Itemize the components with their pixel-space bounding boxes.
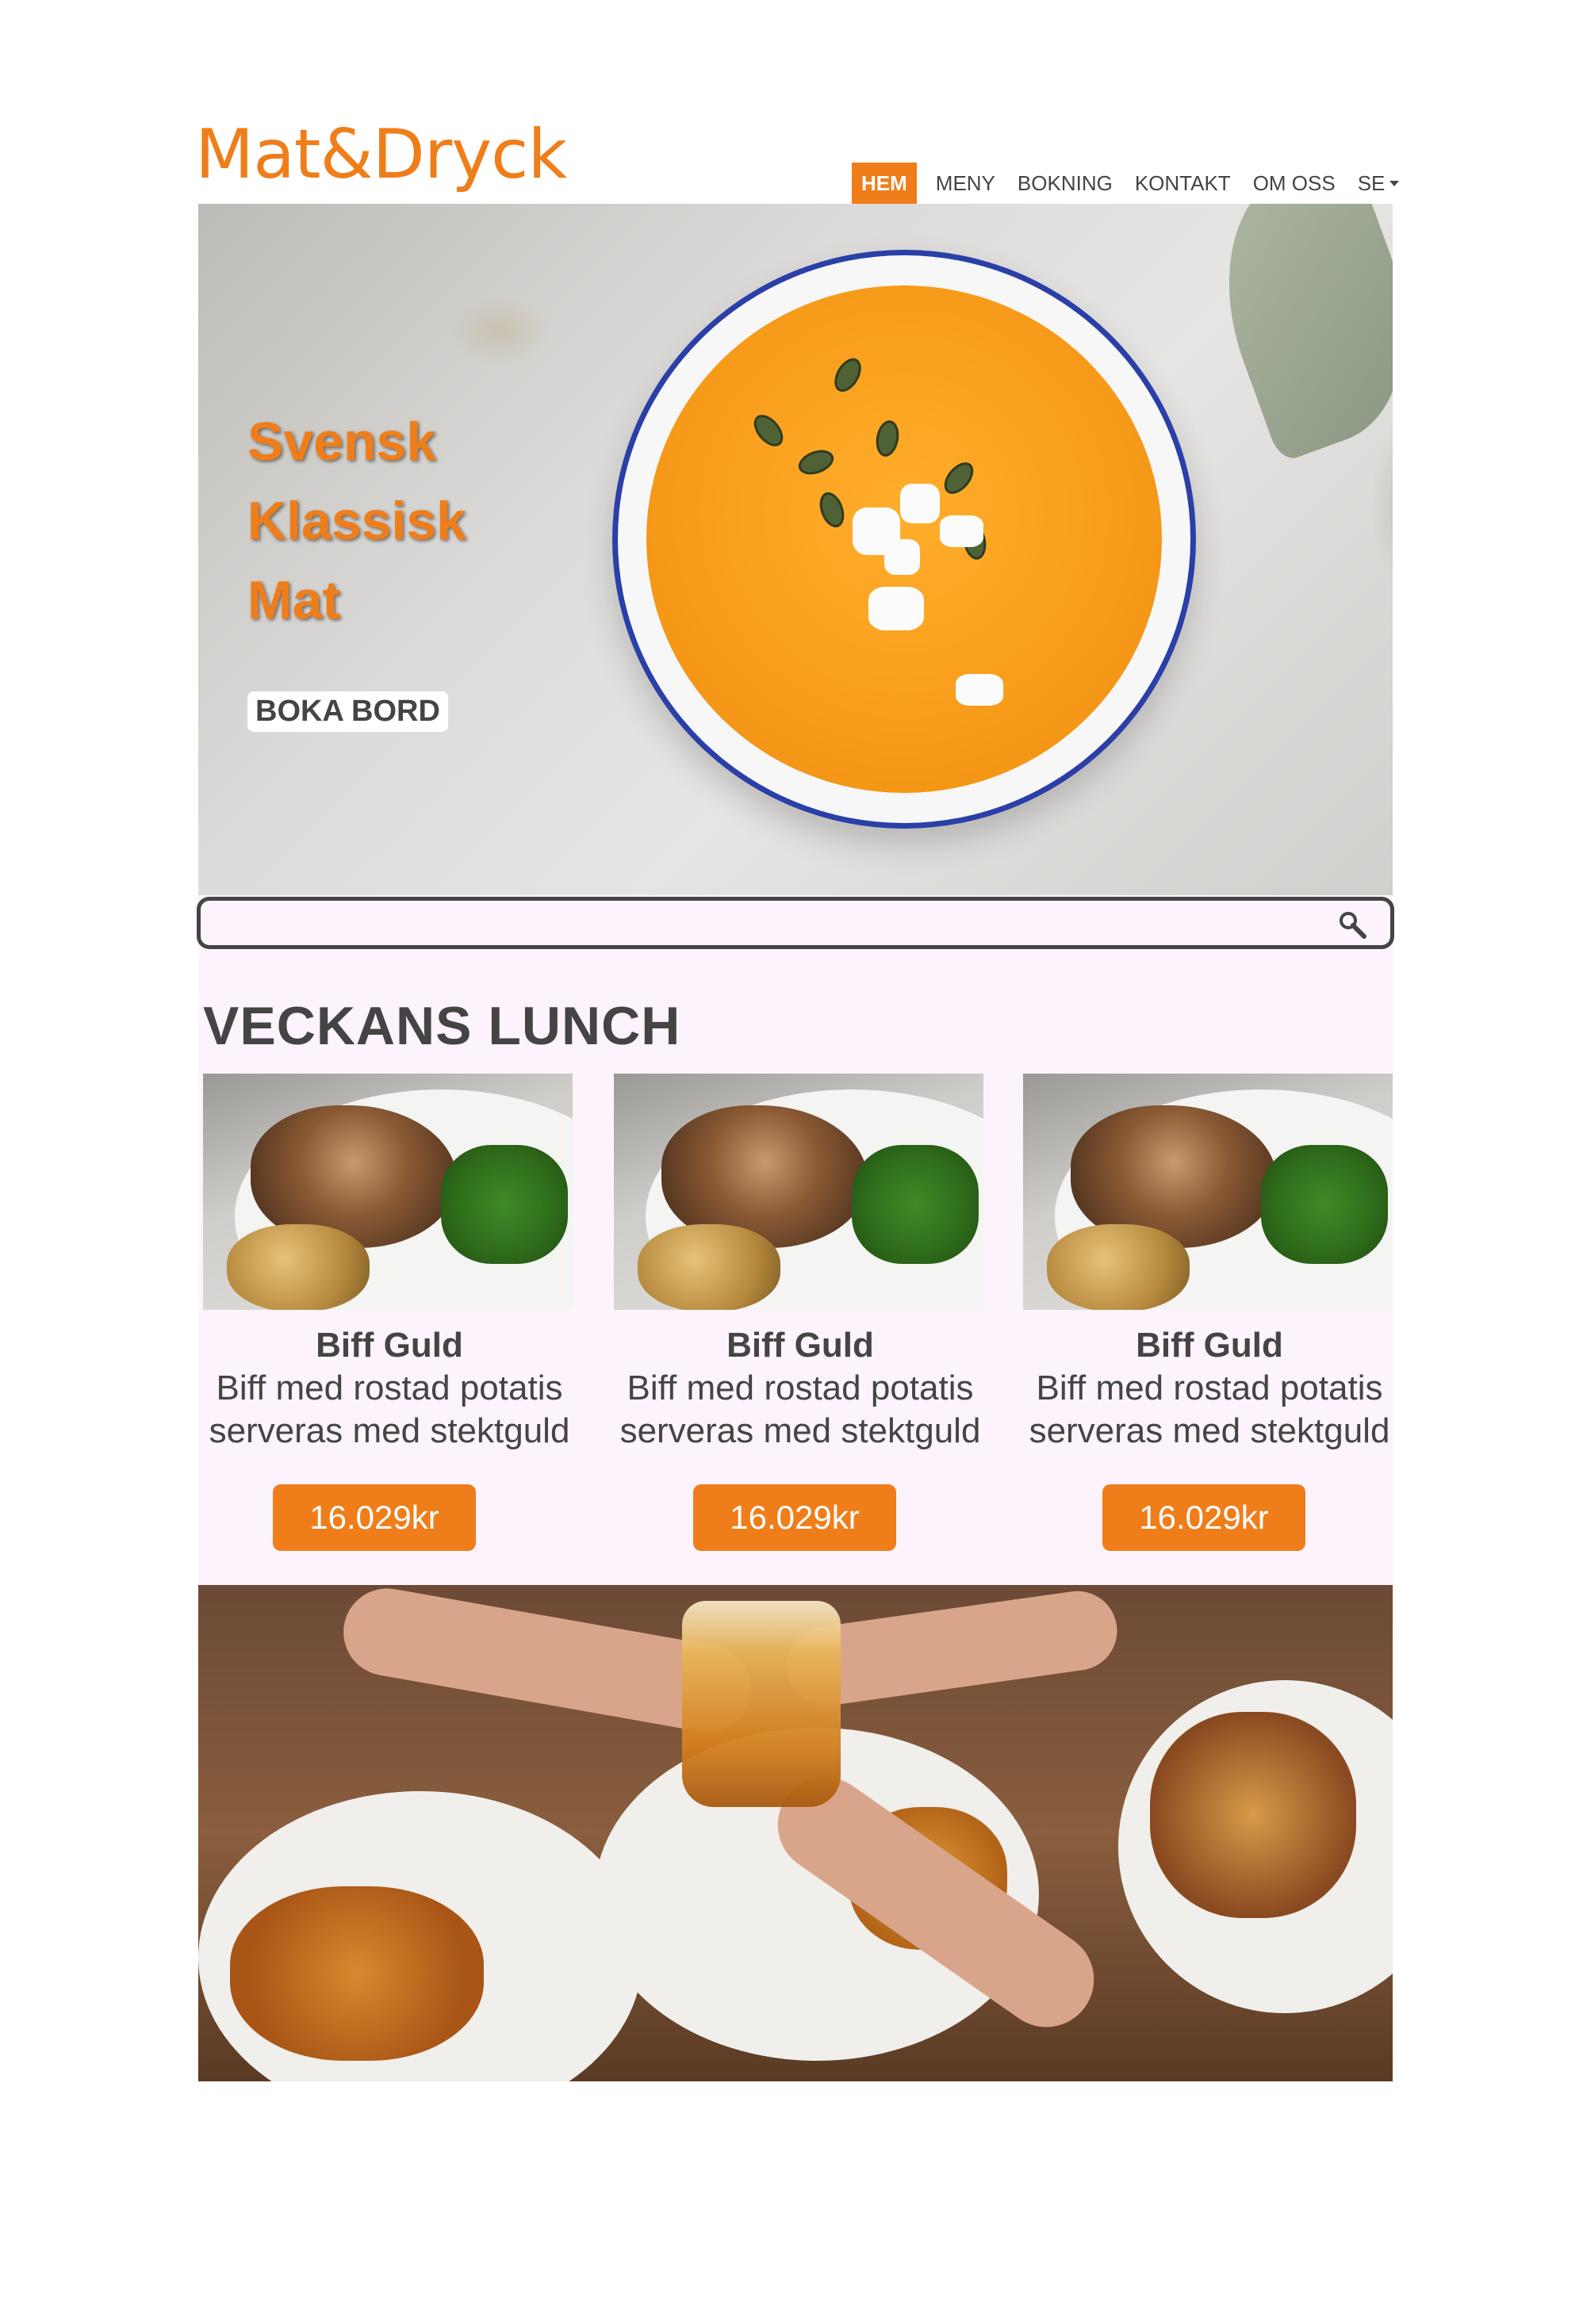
dish-description-line: Biff med rostad potatis — [1036, 1369, 1383, 1407]
nav-item-meny[interactable]: MENY — [925, 163, 1006, 204]
section-title: VECKANS LUNCH — [203, 996, 681, 1056]
hero-title-line: Svensk — [247, 412, 437, 472]
dish-description: Biff med rostad potatis serveras med ste… — [1015, 1367, 1404, 1453]
dish-name: Biff Guld — [726, 1326, 874, 1365]
hero-title-line: Klassisk — [247, 491, 466, 551]
cheese — [884, 539, 920, 575]
hero-title: Svensk Klassisk Mat — [247, 402, 466, 640]
food — [1150, 1712, 1356, 1918]
dish-name: Biff Guld — [316, 1326, 463, 1365]
dish-description-line: serveras med stektguld — [209, 1411, 570, 1450]
dish-description-line: Biff med rostad potatis — [627, 1369, 974, 1407]
potato — [638, 1224, 780, 1310]
seed — [814, 488, 849, 531]
soup — [646, 285, 1162, 793]
search-bar[interactable] — [197, 897, 1394, 949]
potato — [227, 1224, 370, 1310]
dish-description-line: serveras med stektguld — [1029, 1411, 1390, 1450]
nav-item-hem[interactable]: HEM — [852, 163, 917, 204]
dish-image — [614, 1074, 983, 1310]
dish-image — [1023, 1074, 1393, 1310]
cheese — [940, 515, 983, 547]
dish-description: Biff med rostad potatis serveras med ste… — [606, 1367, 995, 1453]
broccoli — [1261, 1145, 1388, 1264]
lunch-card: Biff Guld Biff med rostad potatis server… — [1023, 1074, 1396, 1551]
broccoli — [441, 1145, 568, 1264]
beer-glass — [682, 1601, 841, 1807]
seed — [938, 457, 979, 500]
seed — [748, 409, 789, 452]
seed — [795, 445, 837, 480]
leaf-decoration — [1188, 204, 1393, 464]
price-button[interactable]: 16.029kr — [1102, 1484, 1305, 1551]
search-icon[interactable] — [1338, 910, 1366, 939]
seed — [829, 354, 867, 396]
hero-banner: Svensk Klassisk Mat BOKA BORD — [198, 204, 1393, 895]
lunch-card: Biff Guld Biff med rostad potatis server… — [203, 1074, 576, 1551]
dish-image — [203, 1074, 573, 1310]
dining-image — [198, 1585, 1393, 2081]
broccoli — [852, 1145, 979, 1264]
food — [230, 1886, 484, 2061]
language-label: SE — [1357, 170, 1386, 195]
dish-description-line: Biff med rostad potatis — [216, 1369, 563, 1407]
main-nav: HEM MENY BOKNING KONTAKT OM OSS SE — [852, 163, 1400, 204]
language-selector[interactable]: SE — [1347, 163, 1411, 204]
nav-item-kontakt[interactable]: KONTAKT — [1124, 163, 1242, 204]
nav-item-om-oss[interactable]: OM OSS — [1242, 163, 1347, 204]
cheese — [956, 674, 1003, 706]
soup-bowl-image — [612, 250, 1196, 829]
site-logo[interactable]: Mat&Dryck — [195, 121, 567, 189]
seed — [873, 418, 902, 459]
caret-down-icon — [1389, 180, 1400, 186]
hero-title-line: Mat — [247, 570, 341, 630]
price-button[interactable]: 16.029kr — [693, 1484, 896, 1551]
cheese — [900, 484, 940, 523]
potato — [1047, 1224, 1190, 1310]
dish-description-line: serveras med stektguld — [619, 1411, 981, 1450]
book-table-button[interactable]: BOKA BORD — [247, 691, 448, 732]
dish-name: Biff Guld — [1136, 1326, 1283, 1365]
lunch-card: Biff Guld Biff med rostad potatis server… — [614, 1074, 987, 1551]
cheese — [868, 587, 924, 630]
dish-description: Biff med rostad potatis serveras med ste… — [195, 1367, 584, 1453]
price-button[interactable]: 16.029kr — [273, 1484, 476, 1551]
nav-item-bokning[interactable]: BOKNING — [1006, 163, 1124, 204]
